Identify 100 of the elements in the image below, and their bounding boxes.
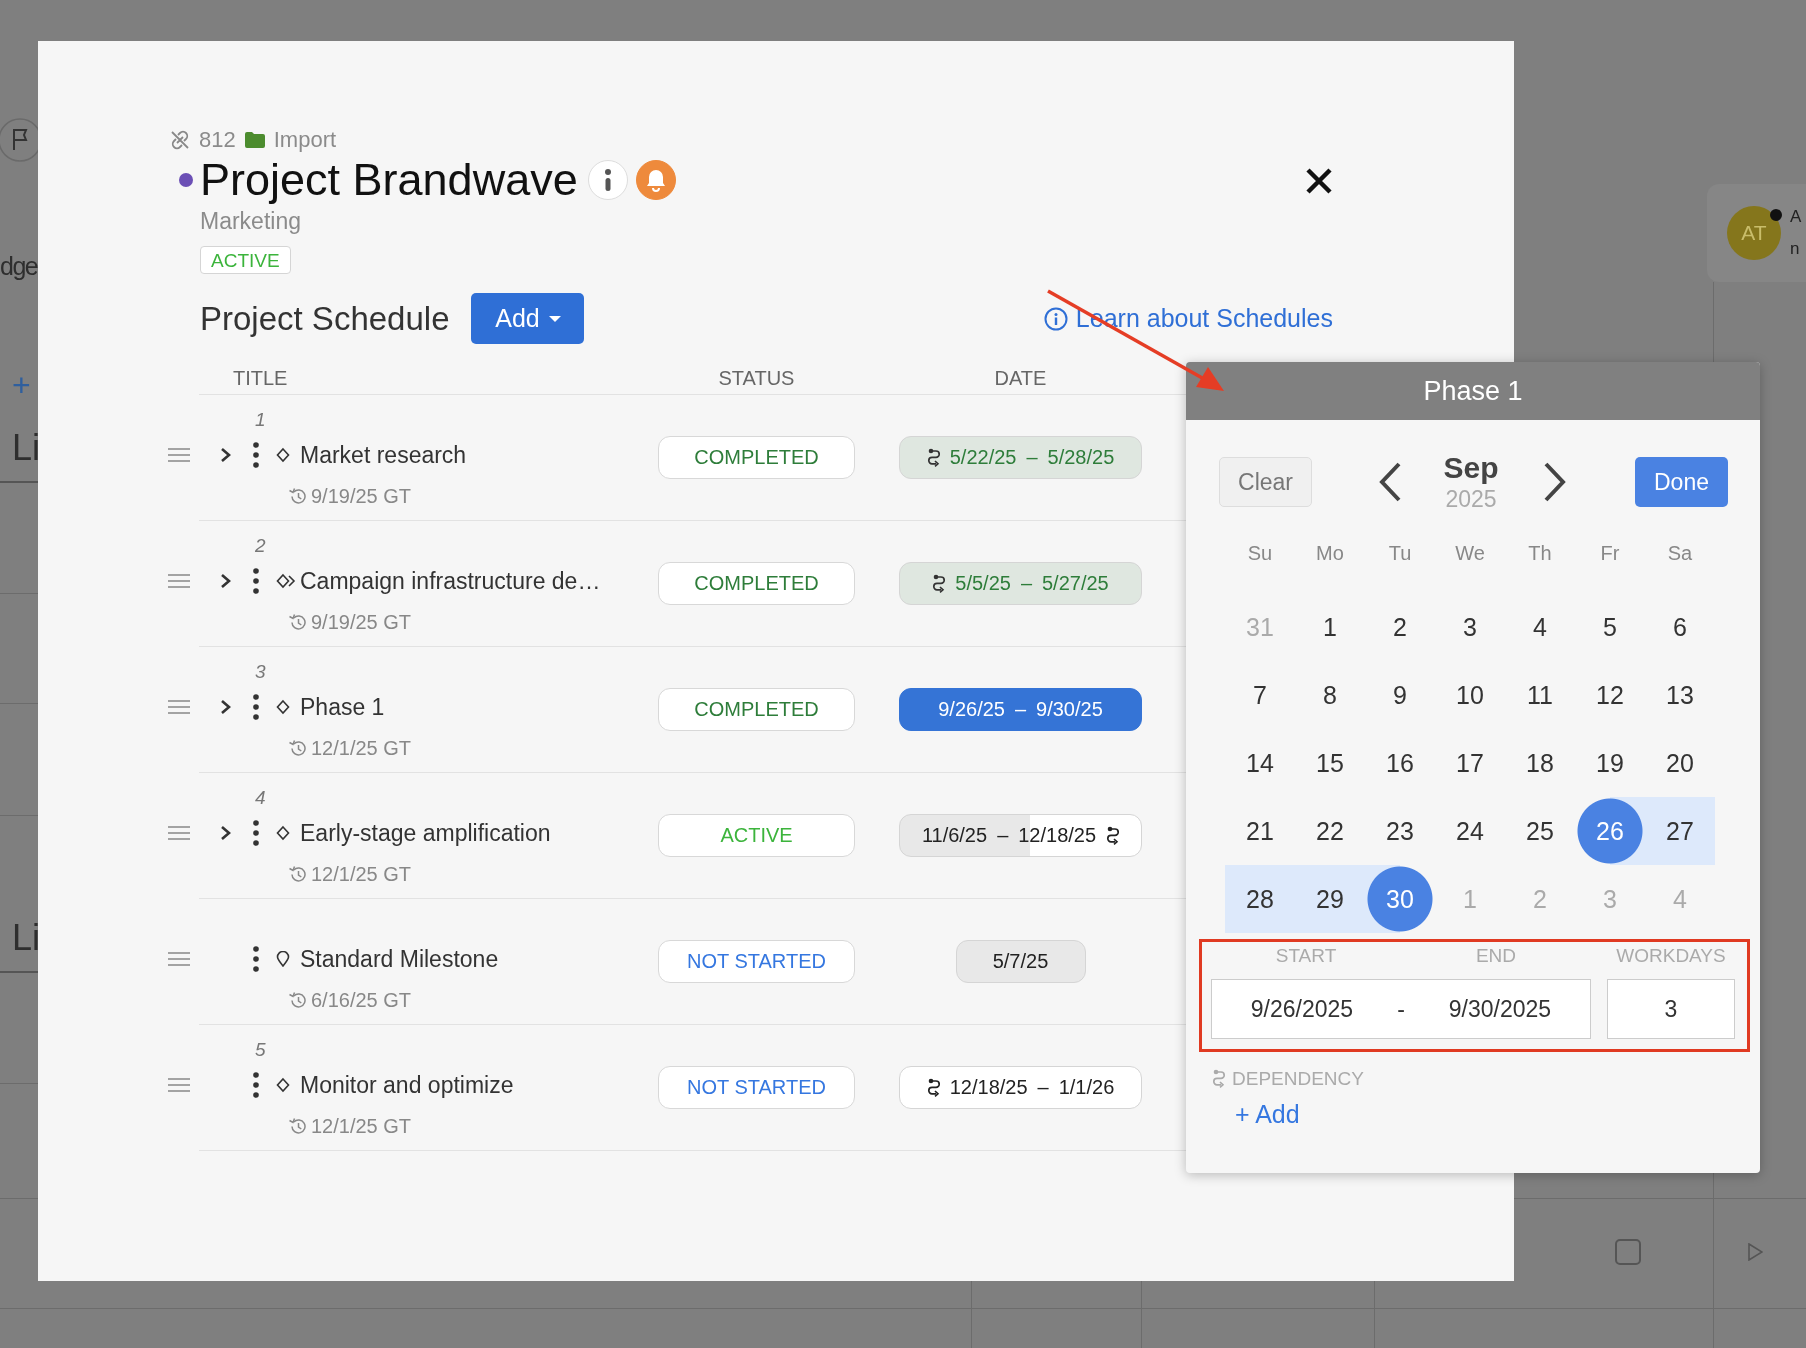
item-title[interactable]: Campaign infrastructure de… — [300, 567, 601, 595]
calendar-day[interactable]: 1 — [1295, 593, 1365, 661]
calendar-day[interactable]: 4 — [1505, 593, 1575, 661]
history-icon — [288, 865, 306, 883]
column-header: STATUS — [718, 367, 795, 389]
more-options-icon[interactable] — [253, 694, 259, 720]
status-button[interactable]: COMPLETED — [658, 688, 855, 731]
calendar-day[interactable]: 22 — [1295, 797, 1365, 865]
calendar-day[interactable]: 28 — [1225, 865, 1295, 933]
calendar-day[interactable]: 19 — [1575, 729, 1645, 797]
row-number: 4 — [255, 787, 266, 808]
more-options-icon[interactable] — [253, 820, 259, 846]
calendar-day[interactable]: 29 — [1295, 865, 1365, 933]
folder-icon — [243, 131, 266, 149]
info-icon — [1043, 306, 1068, 331]
map-pin-icon — [276, 951, 290, 967]
calendar-day[interactable]: 25 — [1505, 797, 1575, 865]
calendar-day[interactable]: 11 — [1505, 661, 1575, 729]
baseline-date: 12/1/25 GT — [311, 1114, 412, 1138]
calendar-day[interactable]: 23 — [1365, 797, 1435, 865]
add-button[interactable]: Add — [471, 293, 585, 344]
calendar-day[interactable]: 14 — [1225, 729, 1295, 797]
close-icon[interactable] — [1305, 167, 1333, 195]
date-range-button[interactable]: 5/7/25 — [955, 940, 1086, 983]
calendar-day[interactable]: 15 — [1295, 729, 1365, 797]
info-button[interactable] — [587, 160, 628, 200]
calendar-day[interactable]: 20 — [1645, 729, 1715, 797]
calendar-day[interactable]: 24 — [1435, 797, 1505, 865]
calendar-day[interactable]: 8 — [1295, 661, 1365, 729]
calendar-day[interactable]: 18 — [1505, 729, 1575, 797]
date-range-button[interactable]: 12/18/25 – 1/1/26 — [899, 1066, 1142, 1109]
status-button[interactable]: NOT STARTED — [658, 940, 855, 983]
more-options-icon[interactable] — [253, 442, 259, 468]
chevron-right-icon[interactable] — [1543, 462, 1567, 502]
workdays-field[interactable]: 3 — [1607, 979, 1735, 1039]
chevron-right-icon[interactable] — [220, 825, 232, 841]
row-number: 2 — [255, 535, 266, 556]
calendar-day[interactable]: 9 — [1365, 661, 1435, 729]
date-range-button[interactable]: 5/5/25 – 5/27/25 — [899, 562, 1142, 605]
drag-handle-icon[interactable] — [168, 952, 190, 966]
done-button[interactable]: Done — [1635, 457, 1728, 507]
calendar-day[interactable]: 12 — [1575, 661, 1645, 729]
range-dash: - — [1396, 995, 1406, 1023]
item-title[interactable]: Standard Milestone — [300, 945, 499, 973]
chevron-right-icon[interactable] — [220, 699, 232, 715]
diamond-icon — [276, 825, 290, 841]
more-options-icon[interactable] — [253, 1072, 259, 1098]
calendar-day[interactable]: 13 — [1645, 661, 1715, 729]
calendar-day[interactable]: 17 — [1435, 729, 1505, 797]
chevron-left-icon[interactable] — [1378, 462, 1402, 502]
diamond-icon — [276, 447, 290, 463]
status-button[interactable]: COMPLETED — [658, 436, 855, 479]
calendar-day[interactable]: 21 — [1225, 797, 1295, 865]
drag-handle-icon[interactable] — [168, 574, 190, 588]
item-title[interactable]: Early-stage amplification — [300, 819, 551, 847]
calendar-day[interactable]: 16 — [1365, 729, 1435, 797]
column-header: DATE — [994, 367, 1047, 389]
calendar-day[interactable]: 2 — [1365, 593, 1435, 661]
date-range-button[interactable]: 9/26/25 – 9/30/25 — [899, 688, 1142, 731]
calendar-day[interactable]: 30 — [1365, 865, 1435, 933]
end-date-field[interactable]: 9/30/2025 — [1410, 995, 1590, 1023]
item-title[interactable]: Monitor and optimize — [300, 1071, 514, 1099]
caret-icon — [548, 314, 561, 323]
row-number: 5 — [255, 1039, 266, 1060]
clear-button[interactable]: Clear — [1219, 457, 1312, 507]
calendar-day[interactable]: 10 — [1435, 661, 1505, 729]
more-options-icon[interactable] — [253, 568, 259, 594]
drag-handle-icon[interactable] — [168, 448, 190, 462]
status-button[interactable]: COMPLETED — [658, 562, 855, 605]
calendar-day[interactable]: 26 — [1575, 797, 1645, 865]
info-icon — [603, 169, 612, 191]
field-label: START — [1274, 945, 1338, 967]
dependency-icon — [932, 574, 946, 593]
status-button[interactable]: NOT STARTED — [658, 1066, 855, 1109]
weekday-label: We — [1454, 541, 1486, 566]
drag-handle-icon[interactable] — [168, 1078, 190, 1092]
calendar-day[interactable]: 7 — [1225, 661, 1295, 729]
date-range-button[interactable]: 5/22/25 – 5/28/25 — [899, 436, 1142, 479]
calendar-day[interactable]: 5 — [1575, 593, 1645, 661]
item-title[interactable]: Market research — [300, 441, 467, 469]
section-label: DEPENDENCY — [1232, 1068, 1364, 1090]
chevron-right-icon[interactable] — [220, 573, 232, 589]
checkbox-icon[interactable] — [1615, 1239, 1641, 1265]
date-range-button[interactable]: 11/6/25 – 12/18/25 — [899, 814, 1142, 857]
dependency-icon — [1106, 826, 1120, 845]
more-options-icon[interactable] — [253, 946, 259, 972]
weekday-label: Fr — [1599, 541, 1621, 566]
add-dependency-link[interactable]: + Add — [1235, 1099, 1300, 1129]
calendar-day[interactable]: 6 — [1645, 593, 1715, 661]
calendar-day[interactable]: 27 — [1645, 797, 1715, 865]
dependency-icon — [1212, 1069, 1226, 1089]
drag-handle-icon[interactable] — [168, 700, 190, 714]
weekday-label: Mo — [1315, 541, 1345, 566]
calendar-day[interactable]: 3 — [1435, 593, 1505, 661]
drag-handle-icon[interactable] — [168, 826, 190, 840]
start-date-field[interactable]: 9/26/2025 — [1212, 995, 1392, 1023]
history-icon — [288, 487, 306, 505]
chevron-right-icon[interactable] — [220, 447, 232, 463]
year-label: 2025 — [1444, 485, 1498, 513]
item-title[interactable]: Phase 1 — [300, 693, 385, 721]
